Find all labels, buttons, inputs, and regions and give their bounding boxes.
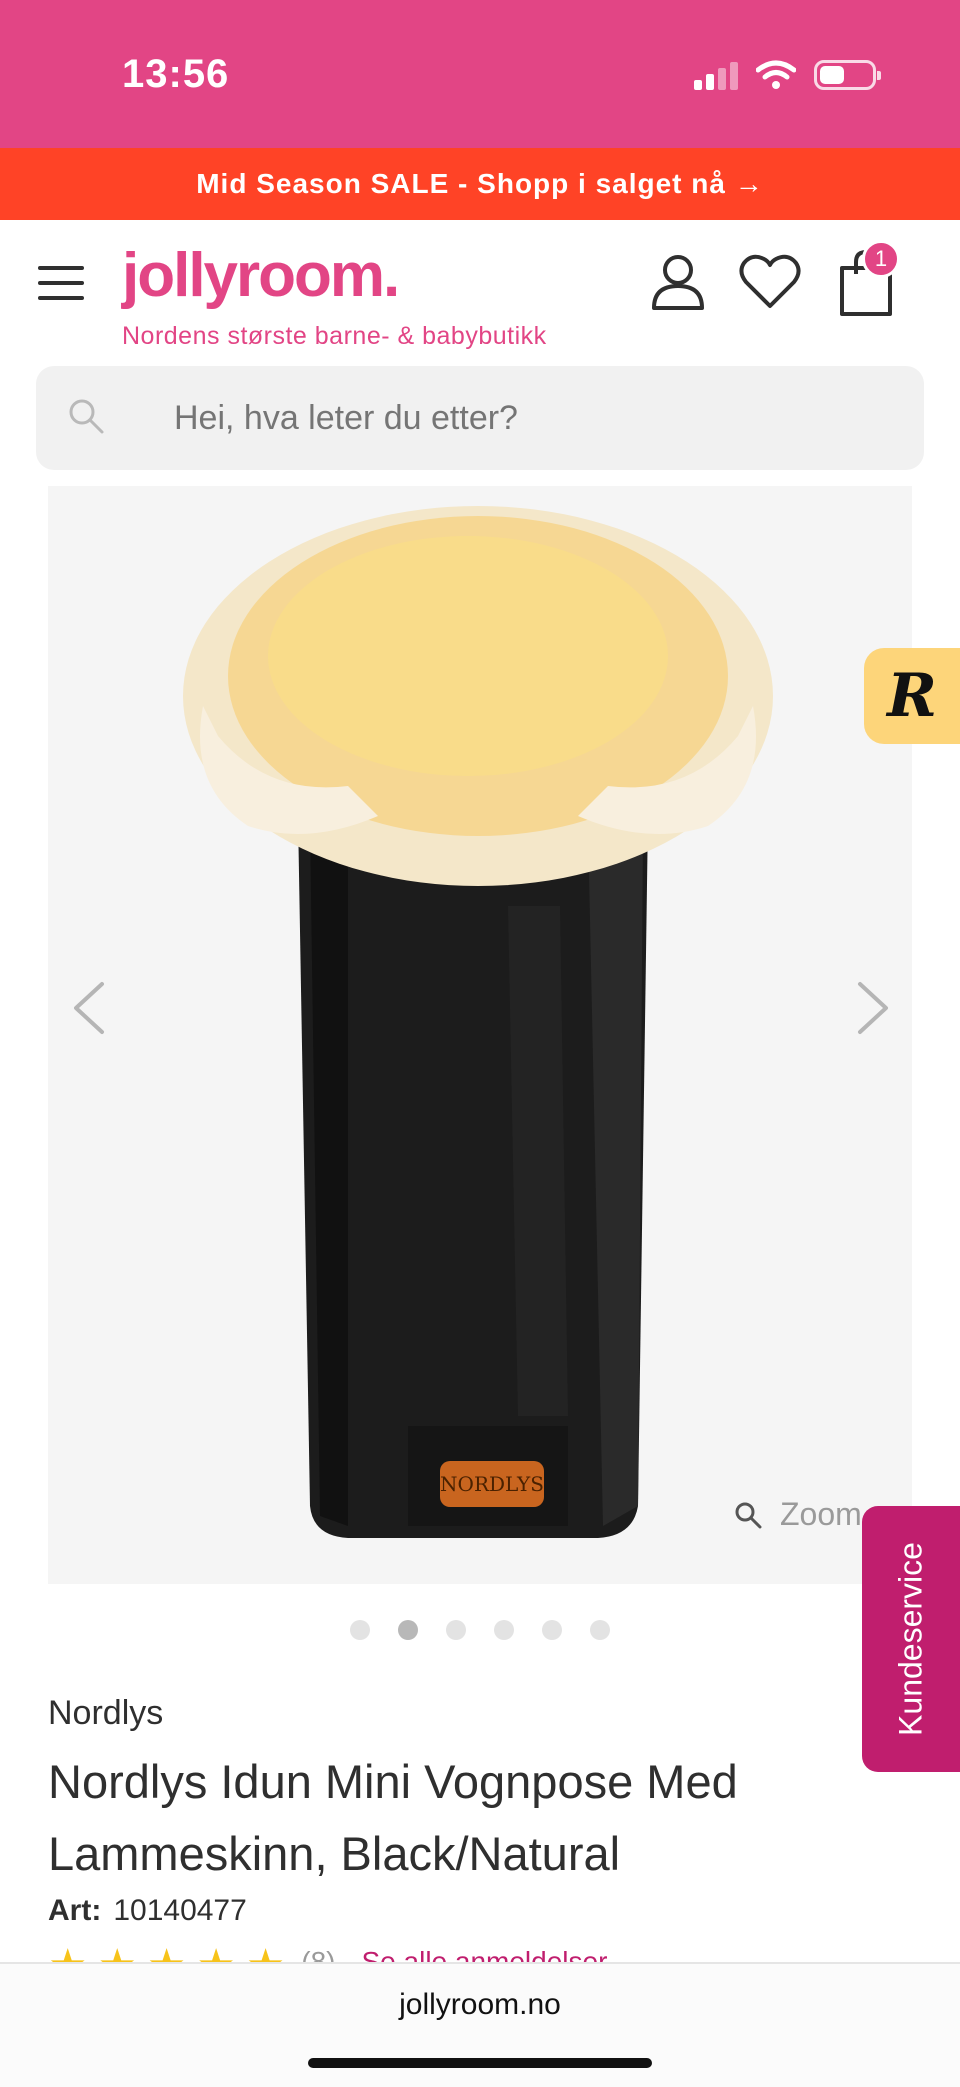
gallery-dot[interactable] <box>542 1620 562 1640</box>
star-icon: ★ <box>97 1944 136 1964</box>
wifi-icon <box>756 60 796 89</box>
search-icon <box>69 399 104 434</box>
signal-icon <box>694 60 738 90</box>
gallery-dot[interactable] <box>446 1620 466 1640</box>
gallery-pagination <box>0 1620 960 1640</box>
status-icons <box>694 60 881 90</box>
customer-service-label: Kundeservice <box>892 1542 929 1736</box>
rating-row[interactable]: ★ ★ ★ ★ ★ (8) Se alle anmeldelser <box>48 1944 607 1964</box>
status-bar: 13:56 <box>0 0 960 148</box>
zoom-button[interactable]: Zoom <box>734 1496 862 1533</box>
tagline: Nordens største barne- & babybutikk <box>122 322 547 350</box>
home-indicator[interactable] <box>308 2058 652 2068</box>
article-label: Art: <box>48 1894 102 1927</box>
review-count: (8) <box>301 1946 336 1964</box>
star-icon: ★ <box>48 1944 87 1964</box>
page: 13:56 Mid Season SALE - Shopp i salget n… <box>0 0 960 2087</box>
site-header: jollyroom. Nordens største barne- & baby… <box>0 220 960 360</box>
product-image[interactable]: NORDLYS <box>48 486 912 1584</box>
product-title: Nordlys Idun Mini Vognpose Med Lammeskin… <box>48 1755 738 1880</box>
cart-count-badge: 1 <box>862 240 900 278</box>
next-image-arrow-icon[interactable] <box>852 980 892 1036</box>
gallery-dot[interactable] <box>590 1620 610 1640</box>
battery-icon <box>814 60 881 90</box>
account-icon[interactable] <box>646 250 710 314</box>
logo[interactable]: jollyroom. <box>122 240 400 311</box>
wishlist-heart-icon[interactable] <box>738 250 802 314</box>
star-icon: ★ <box>246 1944 285 1964</box>
article-value: 10140477 <box>113 1894 247 1927</box>
article-number: Art: 10140477 <box>48 1894 247 1928</box>
search-input[interactable] <box>174 366 894 470</box>
zoom-label: Zoom <box>780 1496 862 1532</box>
browser-bottom-bar: jollyroom.no <box>0 1962 960 2087</box>
brand-label-text: NORDLYS <box>440 1472 544 1496</box>
previous-image-arrow-icon[interactable] <box>70 980 110 1036</box>
r-widget-button[interactable]: R <box>864 648 960 744</box>
product-brand[interactable]: Nordlys <box>48 1694 163 1733</box>
see-all-reviews-link[interactable]: Se alle anmeldelser <box>362 1944 608 1964</box>
star-icon: ★ <box>147 1944 186 1964</box>
promo-banner[interactable]: Mid Season SALE - Shopp i salget nå → <box>0 148 960 220</box>
footmuff-illustration: NORDLYS <box>183 506 773 1538</box>
gallery-dot-active[interactable] <box>398 1620 418 1640</box>
zoom-search-icon <box>735 1502 762 1528</box>
customer-service-tab[interactable]: Kundeservice <box>862 1506 960 1772</box>
gallery-dot[interactable] <box>350 1620 370 1640</box>
hamburger-menu-icon[interactable] <box>38 266 84 300</box>
star-icon: ★ <box>196 1944 235 1964</box>
url-label[interactable]: jollyroom.no <box>0 1988 960 2022</box>
gallery-dot[interactable] <box>494 1620 514 1640</box>
status-time: 13:56 <box>122 52 230 96</box>
promo-text: Mid Season SALE - Shopp i salget nå → <box>196 168 764 199</box>
search-bar[interactable] <box>36 366 924 470</box>
